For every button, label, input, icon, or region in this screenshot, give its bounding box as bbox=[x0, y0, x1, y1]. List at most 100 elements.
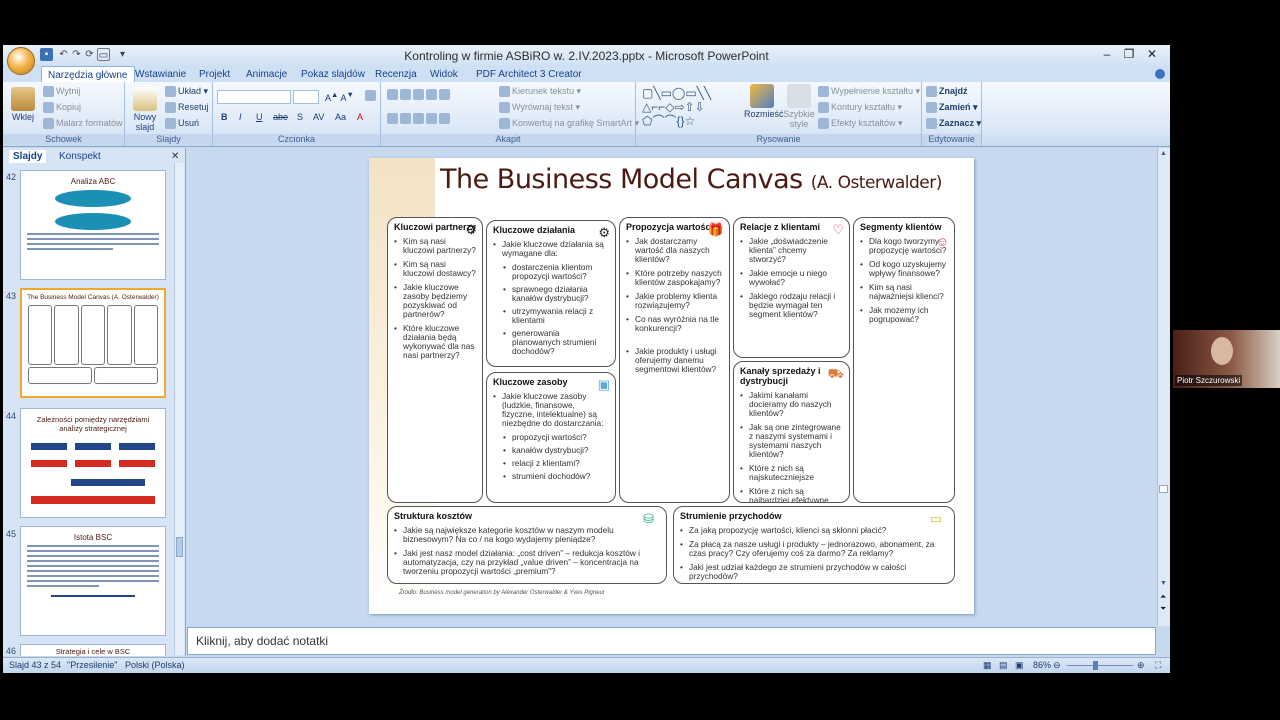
spacing-button[interactable]: AV bbox=[313, 112, 324, 122]
tab-animations[interactable]: Animacje bbox=[246, 67, 287, 82]
format-painter-button[interactable]: Malarz formatów bbox=[43, 118, 123, 130]
layout-button[interactable]: Układ ▾ bbox=[165, 86, 208, 98]
shapes-gallery[interactable]: ▢╲▭◯▭╲╲ △⌐⌐◇⇨⇧⇩ ⬠⌒⌒{}☆ bbox=[642, 86, 738, 128]
editor-scrollbar[interactable]: ▲ ▼ ⏶ ⏷ bbox=[1157, 148, 1170, 626]
maximize-icon[interactable]: ❐ bbox=[1118, 46, 1140, 62]
grow-font-button[interactable]: A▲ A▼ bbox=[325, 90, 354, 103]
fit-window-icon[interactable]: ⛶ bbox=[1155, 660, 1161, 671]
align-text-button[interactable]: Wyrównaj tekst ▾ bbox=[499, 102, 580, 114]
avatar bbox=[1211, 337, 1233, 365]
canvas-key-activities[interactable]: Kluczowe działania ⚙ Jakie kluczowe dzia… bbox=[486, 220, 616, 367]
reset-button[interactable]: Resetuj bbox=[165, 102, 209, 114]
slide-canvas[interactable]: The Business Model Canvas (A. Osterwalde… bbox=[369, 158, 974, 614]
scroll-up-icon[interactable]: ▲ bbox=[1160, 150, 1167, 157]
font-family-select[interactable] bbox=[217, 90, 291, 104]
pane-tab-slides[interactable]: Slajdy bbox=[9, 150, 47, 163]
view-sorter-icon[interactable]: ▤ bbox=[999, 660, 1008, 671]
zoom-slider[interactable] bbox=[1067, 665, 1133, 666]
close-pane-icon[interactable]: ✕ bbox=[171, 150, 179, 163]
slide-thumb-42[interactable]: Analiza ABC bbox=[20, 170, 166, 280]
strike-button[interactable]: abe bbox=[273, 112, 288, 122]
bullets-icon bbox=[387, 89, 398, 101]
pane-scrollbar[interactable] bbox=[174, 163, 184, 655]
quick-styles-button[interactable]: Szybkie style bbox=[782, 84, 816, 129]
delete-slide-button[interactable]: Usuń bbox=[165, 118, 199, 130]
box-question: Jakie są największe kategorie kosztów w … bbox=[394, 526, 660, 544]
canvas-key-resources[interactable]: Kluczowe zasoby ▣ Jakie kluczowe zasoby … bbox=[486, 372, 616, 503]
copy-button[interactable]: Kopiuj bbox=[43, 102, 81, 114]
view-slideshow-icon[interactable]: ▣ bbox=[1015, 660, 1024, 671]
zoom-slider-thumb[interactable] bbox=[1093, 661, 1098, 670]
bold-button[interactable]: B bbox=[221, 112, 228, 122]
previous-slide-icon[interactable]: ⏶ bbox=[1160, 592, 1166, 602]
bullets-button[interactable] bbox=[387, 89, 452, 101]
office-button[interactable] bbox=[7, 47, 35, 75]
group-font: A▲ A▼ B I U abe S AV Aa A Czcionka bbox=[213, 82, 381, 146]
group-label: Schowek bbox=[3, 134, 124, 145]
shadow-button[interactable]: S bbox=[297, 112, 303, 122]
tab-review[interactable]: Recenzja bbox=[375, 67, 417, 82]
tab-view[interactable]: Widok bbox=[430, 67, 458, 82]
slide-thumb-45[interactable]: Istota BSC bbox=[20, 526, 166, 636]
shape-outline-button[interactable]: Kontury kształtu ▾ bbox=[818, 102, 902, 114]
shape-effects-button[interactable]: Efekty kształtów ▾ bbox=[818, 118, 903, 130]
replace-button[interactable]: Zamień ▾ bbox=[926, 102, 978, 114]
underline-button[interactable]: U bbox=[256, 112, 263, 122]
clear-format-button[interactable] bbox=[365, 90, 378, 102]
notes-pane[interactable]: Kliknij, aby dodać notatki bbox=[187, 627, 1156, 655]
canvas-channels[interactable]: Kanały sprzedaży i dystrybucji ⛟ Jakimi … bbox=[733, 361, 850, 503]
close-icon[interactable]: ✕ bbox=[1141, 46, 1163, 62]
slide-title[interactable]: The Business Model Canvas (A. Osterwalde… bbox=[440, 164, 942, 195]
help-icon[interactable] bbox=[1155, 69, 1165, 79]
box-heading: Segmenty klientów bbox=[860, 222, 942, 232]
slide-thumb-46[interactable]: Strategia i cele w BSC bbox=[20, 644, 166, 656]
select-button[interactable]: Zaznacz ▾ bbox=[926, 118, 981, 130]
pane-tab-outline[interactable]: Konspekt bbox=[59, 150, 101, 163]
zoom-out-icon[interactable]: ⊖ bbox=[1053, 660, 1061, 671]
case-button[interactable]: Aa bbox=[335, 112, 346, 122]
text-direction-button[interactable]: Kierunek tekstu ▾ bbox=[499, 86, 581, 98]
canvas-customer-relationships[interactable]: Relacje z klientami ♡ Jakie „doświadczen… bbox=[733, 217, 850, 358]
zoom-level[interactable]: 86% bbox=[1033, 660, 1051, 670]
italic-button[interactable]: I bbox=[239, 112, 242, 122]
tab-slideshow[interactable]: Pokaz slajdów bbox=[301, 67, 365, 82]
tab-home[interactable]: Narzędzia główne bbox=[41, 66, 135, 83]
canvas-revenue-streams[interactable]: Strumienie przychodów ▭ Za jaką propozyc… bbox=[673, 506, 955, 584]
arrange-button[interactable]: Rozmieść bbox=[744, 84, 784, 119]
slide-thumb-43[interactable]: The Business Model Canvas (A. Osterwalde… bbox=[20, 288, 166, 398]
canvas-customer-segments[interactable]: Segmenty klientów ☺ Dla kogo tworzymy pr… bbox=[853, 217, 955, 503]
font-color-button[interactable]: A bbox=[357, 112, 363, 122]
alignment-buttons[interactable] bbox=[387, 113, 452, 125]
next-slide-icon[interactable]: ⏷ bbox=[1160, 604, 1166, 614]
justify-icon bbox=[426, 113, 437, 125]
cut-button[interactable]: Wytnij bbox=[43, 86, 80, 98]
editor-scroll-thumb[interactable] bbox=[1159, 485, 1168, 493]
find-button[interactable]: Znajdź bbox=[926, 86, 968, 98]
slide-thumb-44[interactable]: Zależności pomiędzy narzędziami analizy … bbox=[20, 408, 166, 518]
box-question: Jak możemy ich pogrupować? bbox=[860, 306, 948, 324]
minimize-icon[interactable]: – bbox=[1096, 46, 1118, 62]
thumb-title: Analiza ABC bbox=[70, 177, 116, 186]
pane-scroll-thumb[interactable] bbox=[176, 537, 183, 557]
canvas-value-proposition[interactable]: Propozycja wartości 🎁 Jak dostarczamy wa… bbox=[619, 217, 730, 503]
view-normal-icon[interactable]: ▦ bbox=[983, 660, 992, 671]
smartart-button[interactable]: Konwertuj na grafikę SmartArt ▾ bbox=[499, 118, 639, 130]
box-question: Jakie „doświadczenie klienta” chcemy stw… bbox=[740, 237, 843, 264]
group-label: Rysowanie bbox=[636, 134, 921, 145]
box-subitem: strumieni dochodów? bbox=[493, 472, 609, 482]
shape-fill-button[interactable]: Wypełnienie kształtu ▾ bbox=[818, 86, 920, 98]
paste-button[interactable]: Wklej bbox=[9, 87, 37, 122]
tab-insert[interactable]: Wstawianie bbox=[135, 67, 186, 82]
language[interactable]: Polski (Polska) bbox=[125, 660, 185, 670]
zoom-in-icon[interactable]: ⊕ bbox=[1137, 660, 1145, 671]
scroll-down-icon[interactable]: ▼ bbox=[1160, 580, 1167, 587]
font-size-select[interactable] bbox=[293, 90, 319, 104]
box-question: Jak dostarczamy wartość dla naszych klie… bbox=[626, 237, 723, 264]
thumb-shape bbox=[55, 213, 131, 230]
text-direction-icon bbox=[499, 86, 510, 98]
canvas-key-partners[interactable]: Kluczowi partnerzy ⚙ Kim są nasi kluczow… bbox=[387, 217, 483, 503]
tab-pdf-architect[interactable]: PDF Architect 3 Creator bbox=[476, 67, 582, 82]
tab-design[interactable]: Projekt bbox=[199, 67, 230, 82]
new-slide-button[interactable]: Nowy slajd bbox=[129, 87, 161, 132]
canvas-cost-structure[interactable]: Struktura kosztów ⛁ Jakie są największe … bbox=[387, 506, 667, 584]
